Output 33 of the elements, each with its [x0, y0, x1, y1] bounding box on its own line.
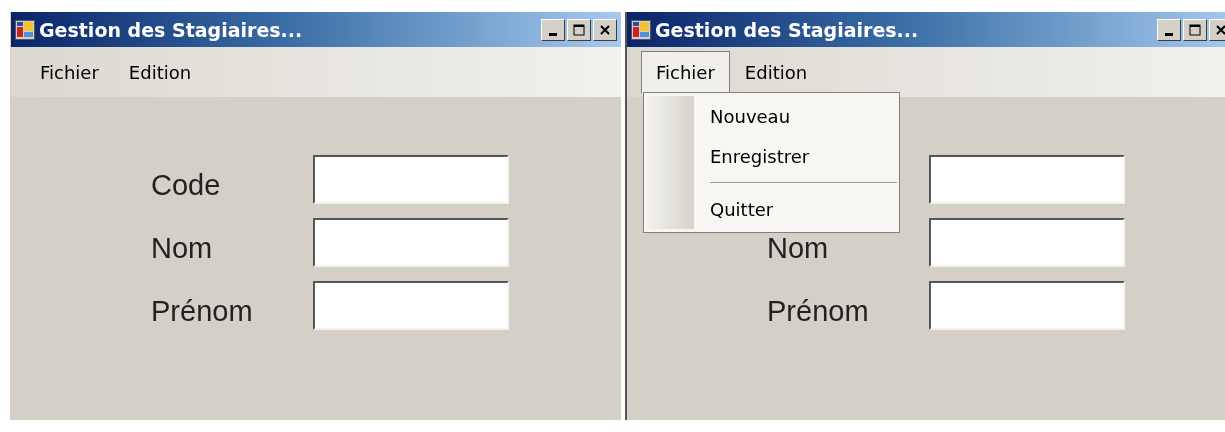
- menu-item[interactable]: Fichier: [641, 50, 730, 94]
- minimize-icon: [1165, 32, 1173, 36]
- close-icon: [599, 23, 611, 36]
- minimize-button[interactable]: [1157, 18, 1181, 41]
- minimize-icon: [549, 32, 557, 36]
- menu-item[interactable]: Edition: [729, 50, 823, 94]
- maximize-icon: [573, 23, 585, 36]
- input-field[interactable]: [313, 281, 509, 330]
- input-field[interactable]: [929, 155, 1125, 204]
- input-field[interactable]: [313, 155, 509, 204]
- field-label: Prénom: [767, 297, 870, 326]
- field-label: Nom: [767, 234, 830, 263]
- menu-item[interactable]: Nouveau: [710, 96, 899, 136]
- menu-item[interactable]: Fichier: [25, 50, 114, 94]
- app-icon: [15, 19, 35, 40]
- window-title: Gestion des Stagiaires...: [39, 18, 304, 41]
- maximize-button[interactable]: [1183, 18, 1207, 41]
- app-icon: [631, 19, 651, 40]
- window-title: Gestion des Stagiaires...: [655, 18, 920, 41]
- menu-item[interactable]: Edition: [113, 50, 207, 94]
- input-field[interactable]: [313, 218, 509, 267]
- maximize-icon: [1189, 23, 1201, 36]
- field-label: Nom: [151, 234, 214, 263]
- close-button[interactable]: [593, 18, 617, 41]
- minimize-button[interactable]: [541, 18, 565, 41]
- menu-item[interactable]: Quitter: [710, 189, 899, 229]
- maximize-button[interactable]: [567, 18, 591, 41]
- field-label: Prénom: [151, 297, 254, 326]
- menu-item[interactable]: Enregistrer: [710, 136, 899, 176]
- field-label: Code: [151, 171, 222, 200]
- close-icon: [1215, 23, 1225, 36]
- input-field[interactable]: [929, 281, 1125, 330]
- input-field[interactable]: [929, 218, 1125, 267]
